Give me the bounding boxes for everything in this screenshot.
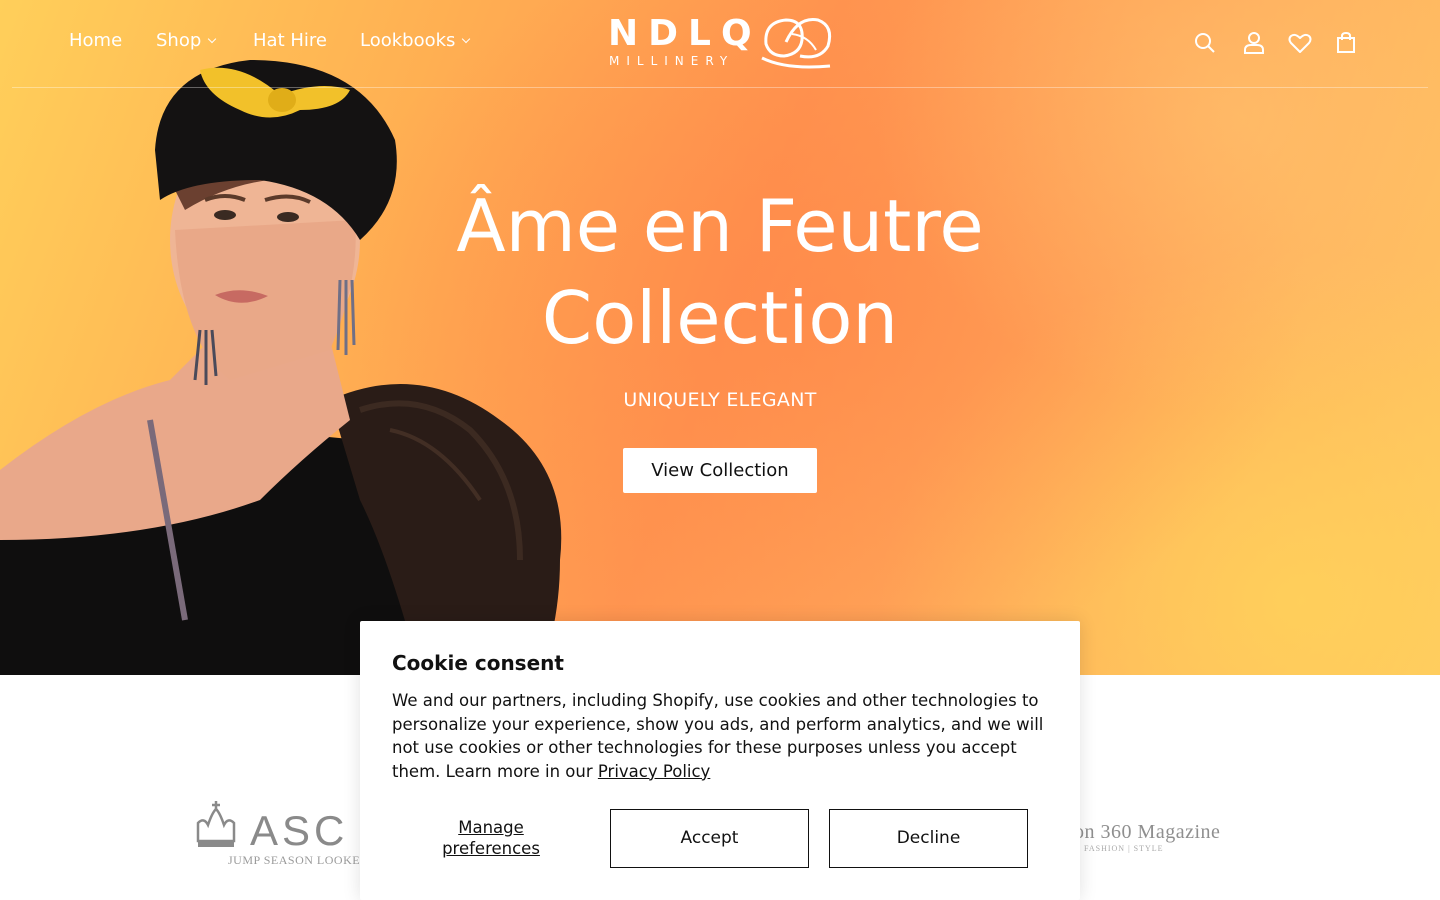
- view-collection-button[interactable]: View Collection: [623, 448, 817, 493]
- site-header: Home Shop Hat Hire Lookbooks NDLQ MILLIN…: [0, 0, 1440, 88]
- cart-bag-icon[interactable]: [1333, 30, 1359, 56]
- logo-hat-mark-icon: [761, 17, 832, 69]
- cookie-consent-dialog: Cookie consent We and our partners, incl…: [360, 621, 1080, 900]
- nav-hat-hire[interactable]: Hat Hire: [253, 30, 327, 51]
- account-icon[interactable]: [1241, 30, 1267, 56]
- accept-button[interactable]: Accept: [610, 809, 809, 868]
- cookie-title: Cookie consent: [392, 651, 564, 675]
- header-divider: [12, 87, 1428, 88]
- wishlist-heart-icon[interactable]: [1287, 30, 1313, 56]
- fashion-360-magazine-logo: ion 360 Magazine: [1068, 821, 1221, 843]
- manage-preferences-button[interactable]: Manage preferences: [392, 817, 590, 859]
- nav-shop[interactable]: Shop: [156, 30, 217, 51]
- chevron-down-icon: [462, 34, 471, 44]
- search-icon[interactable]: [1192, 30, 1218, 56]
- hero-subtitle: UNIQUELY ELEGANT: [623, 389, 817, 411]
- nav-lookbooks[interactable]: Lookbooks: [360, 30, 471, 51]
- privacy-policy-link[interactable]: Privacy Policy: [598, 762, 710, 781]
- chevron-down-icon: [208, 34, 217, 44]
- ascot-logo: ASC JUMP SEASON LOOKE: [192, 801, 360, 867]
- hero-banner: Home Shop Hat Hire Lookbooks NDLQ MILLIN…: [0, 0, 1440, 675]
- decline-button[interactable]: Decline: [829, 809, 1028, 868]
- cookie-description: We and our partners, including Shopify, …: [392, 691, 1044, 781]
- crown-icon: [196, 801, 236, 847]
- hero-title: Âme en Feutre Collection: [456, 184, 984, 360]
- nav-home[interactable]: Home: [69, 30, 122, 51]
- site-logo[interactable]: NDLQ MILLINERY: [608, 14, 838, 72]
- magazine-tagline: FASHION | STYLE: [1084, 844, 1164, 853]
